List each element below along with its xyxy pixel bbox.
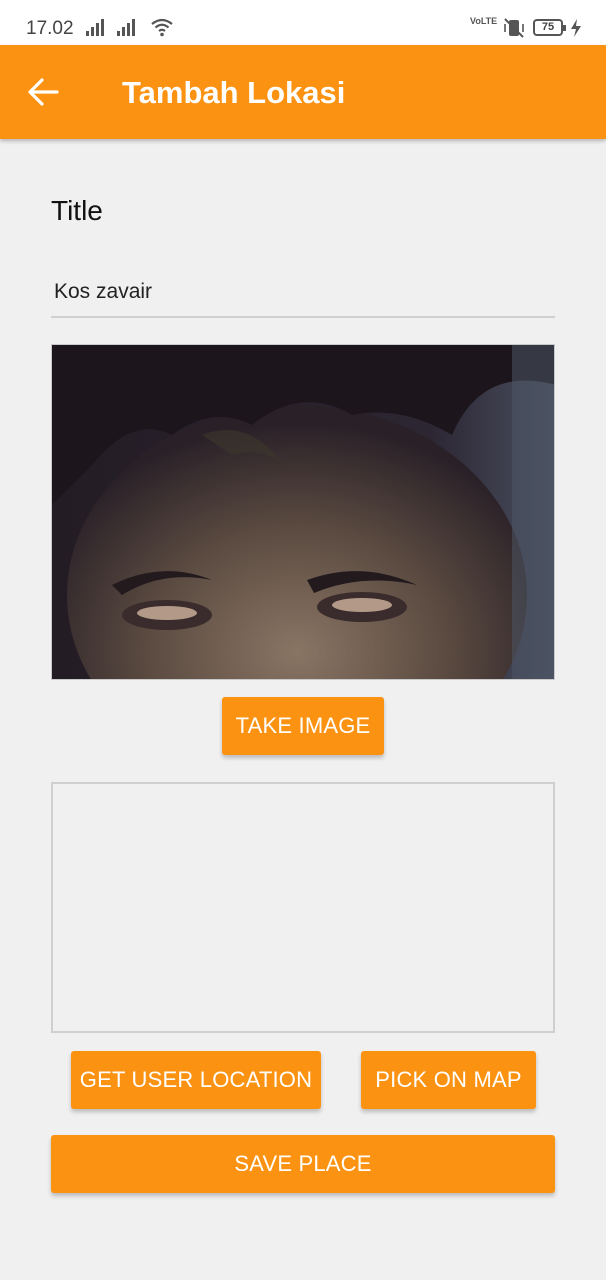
signal-icon: [86, 18, 104, 36]
network-badge: VoLTE: [470, 16, 498, 26]
save-place-button[interactable]: SAVE PLACE: [51, 1135, 555, 1193]
get-user-location-button[interactable]: GET USER LOCATION: [71, 1051, 321, 1109]
location-preview: [51, 782, 555, 1033]
photo-image: [52, 345, 554, 679]
title-input[interactable]: [51, 268, 555, 318]
title-label: Title: [51, 195, 103, 226]
battery-icon: 75: [533, 19, 566, 36]
mute-vibrate-icon: [504, 18, 524, 38]
battery-level: 75: [541, 21, 555, 33]
status-bar: 17.02 VoLTE 75: [0, 0, 606, 45]
app-bar: Tambah Lokasi: [0, 45, 606, 139]
pick-on-map-button[interactable]: PICK ON MAP: [361, 1051, 536, 1109]
charging-bolt-icon: [571, 19, 581, 37]
volte-icon: VoLTE: [470, 17, 497, 26]
signal-icon: [117, 18, 135, 36]
status-time: 17.02: [26, 18, 74, 39]
take-image-button[interactable]: TAKE IMAGE: [222, 697, 384, 755]
image-preview: [51, 344, 555, 680]
arrow-left-icon[interactable]: [26, 75, 62, 109]
wifi-icon: [151, 18, 173, 37]
page-title: Tambah Lokasi: [122, 75, 346, 110]
